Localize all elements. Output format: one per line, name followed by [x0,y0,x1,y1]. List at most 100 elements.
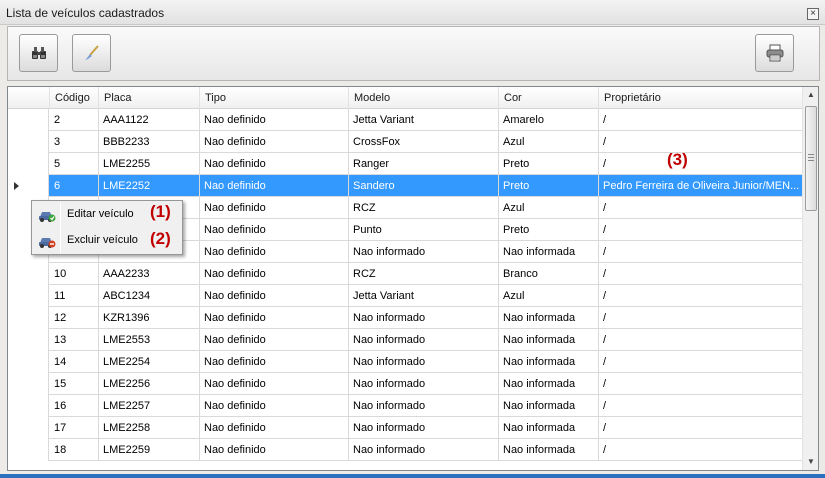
cell-cor[interactable]: Preto [499,153,599,175]
cell-codigo[interactable]: 5 [50,153,99,175]
table-row[interactable]: 18 LME2259 Nao definido Nao informado Nao in… [8,439,803,461]
cell-tipo[interactable]: Nao definido [200,197,349,219]
cell-codigo[interactable]: 6 [50,175,99,197]
column-header-proprietario[interactable]: Proprietário [599,87,803,109]
vertical-scrollbar[interactable]: ▲ ▼ [802,87,818,470]
cell-proprietario[interactable]: / [599,263,803,285]
table-row[interactable]: 14 LME2254 Nao definido Nao informado Nao in… [8,351,803,373]
cell-placa[interactable]: LME2256 [99,373,200,395]
print-button[interactable] [755,34,794,72]
cell-tipo[interactable]: Nao definido [200,329,349,351]
cell-tipo[interactable]: Nao definido [200,307,349,329]
row-header[interactable] [8,285,49,307]
column-header-tipo[interactable]: Tipo [200,87,349,109]
cell-modelo[interactable]: Jetta Variant [349,109,499,131]
cell-placa[interactable]: KZR1396 [99,307,200,329]
table-row[interactable]: 6 LME2252 Nao definido Sandero Preto Pedro Fe… [8,175,803,197]
cell-modelo[interactable]: Nao informado [349,241,499,263]
cell-proprietario[interactable]: / [599,131,803,153]
cell-codigo[interactable]: 10 [50,263,99,285]
clean-button[interactable] [72,34,111,72]
cell-modelo[interactable]: RCZ [349,263,499,285]
column-header-cor[interactable]: Cor [499,87,599,109]
row-header[interactable] [8,417,49,439]
close-icon[interactable]: × [807,8,819,20]
cell-tipo[interactable]: Nao definido [200,373,349,395]
cell-proprietario[interactable]: / [599,417,803,439]
table-row[interactable]: 2 AAA1122 Nao definido Jetta Variant Amarelo… [8,109,803,131]
cell-cor[interactable]: Nao informada [499,395,599,417]
row-header[interactable] [8,175,49,197]
search-button[interactable] [19,34,58,72]
cell-proprietario[interactable]: / [599,439,803,461]
cell-cor[interactable]: Branco [499,263,599,285]
cell-codigo[interactable]: 2 [50,109,99,131]
cell-proprietario[interactable]: / [599,109,803,131]
row-header[interactable] [8,439,49,461]
cell-placa[interactable]: LME2254 [99,351,200,373]
cell-modelo[interactable]: Punto [349,219,499,241]
cell-modelo[interactable]: Nao informado [349,395,499,417]
row-header[interactable] [8,395,49,417]
scroll-down-icon[interactable]: ▼ [804,454,818,470]
cell-codigo[interactable]: 14 [50,351,99,373]
cell-proprietario[interactable]: / [599,307,803,329]
cell-modelo[interactable]: Nao informado [349,439,499,461]
cell-tipo[interactable]: Nao definido [200,351,349,373]
cell-cor[interactable]: Preto [499,219,599,241]
cell-proprietario[interactable]: / [599,351,803,373]
vehicles-grid[interactable]: Código Placa Tipo Modelo Cor Proprietári… [7,86,819,471]
column-header-codigo[interactable]: Código [50,87,99,109]
cell-modelo[interactable]: CrossFox [349,131,499,153]
cell-tipo[interactable]: Nao definido [200,241,349,263]
cell-codigo[interactable]: 3 [50,131,99,153]
cell-proprietario[interactable]: / [599,395,803,417]
cell-proprietario[interactable]: / [599,219,803,241]
table-row[interactable]: 16 LME2257 Nao definido Nao informado Nao in… [8,395,803,417]
cell-modelo[interactable]: Ranger [349,153,499,175]
cell-placa[interactable]: LME2252 [99,175,200,197]
cell-codigo[interactable]: 18 [50,439,99,461]
cell-cor[interactable]: Nao informada [499,351,599,373]
table-row[interactable]: 11 ABC1234 Nao definido Jetta Variant Azul / [8,285,803,307]
cell-proprietario[interactable]: / [599,373,803,395]
cell-cor[interactable]: Nao informada [499,373,599,395]
cell-tipo[interactable]: Nao definido [200,109,349,131]
table-row[interactable]: 13 LME2553 Nao definido Nao informado Nao in… [8,329,803,351]
cell-modelo[interactable]: Sandero [349,175,499,197]
cell-cor[interactable]: Azul [499,285,599,307]
cell-codigo[interactable]: 13 [50,329,99,351]
column-header-placa[interactable]: Placa [99,87,200,109]
cell-tipo[interactable]: Nao definido [200,285,349,307]
cell-cor[interactable]: Nao informada [499,241,599,263]
row-header[interactable] [8,307,49,329]
scroll-up-icon[interactable]: ▲ [804,87,818,103]
cell-tipo[interactable]: Nao definido [200,153,349,175]
cell-tipo[interactable]: Nao definido [200,175,349,197]
cell-proprietario[interactable]: / [599,241,803,263]
cell-placa[interactable]: LME2259 [99,439,200,461]
cell-placa[interactable]: ABC1234 [99,285,200,307]
row-header[interactable] [8,373,49,395]
cell-proprietario[interactable]: Pedro Ferreira de Oliveira Junior/MEN... [599,175,803,197]
cell-tipo[interactable]: Nao definido [200,131,349,153]
cell-cor[interactable]: Azul [499,131,599,153]
cell-modelo[interactable]: Nao informado [349,307,499,329]
table-row[interactable]: 15 LME2256 Nao definido Nao informado Nao in… [8,373,803,395]
cell-tipo[interactable]: Nao definido [200,439,349,461]
cell-modelo[interactable]: Nao informado [349,329,499,351]
scroll-thumb[interactable] [805,106,817,211]
cell-codigo[interactable]: 16 [50,395,99,417]
cell-placa[interactable]: LME2255 [99,153,200,175]
column-header-modelo[interactable]: Modelo [349,87,499,109]
cell-cor[interactable]: Nao informada [499,307,599,329]
cell-placa[interactable]: LME2257 [99,395,200,417]
table-row[interactable]: 17 LME2258 Nao definido Nao informado Nao in… [8,417,803,439]
row-header[interactable] [8,329,49,351]
cell-proprietario[interactable]: / [599,197,803,219]
cell-tipo[interactable]: Nao definido [200,417,349,439]
cell-codigo[interactable]: 12 [50,307,99,329]
cell-placa[interactable]: LME2258 [99,417,200,439]
cell-placa[interactable]: AAA1122 [99,109,200,131]
cell-cor[interactable]: Amarelo [499,109,599,131]
